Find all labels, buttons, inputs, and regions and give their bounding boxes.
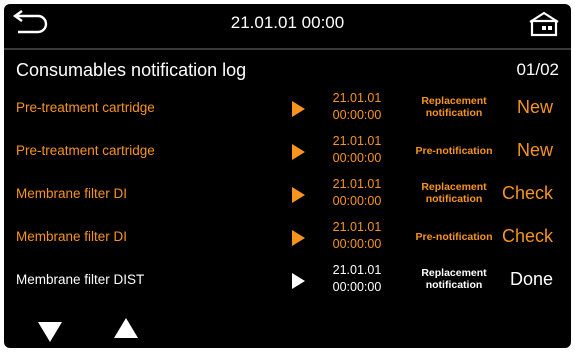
page-indicator: 01/02: [516, 60, 559, 79]
table-row[interactable]: Pre-treatment cartridge 21.01.01 00:00:00 R…: [4, 87, 571, 130]
consumable-name: Membrane filter DI: [16, 229, 128, 244]
play-arrow-icon[interactable]: [292, 230, 305, 246]
timestamp-time: 00:00:00: [332, 237, 382, 251]
table-row[interactable]: Pre-treatment cartridge 21.01.01 00:00:00 P…: [4, 130, 571, 173]
table-row[interactable]: Membrane filter DIST 21.01.01 00:00:00 Repl…: [4, 259, 571, 302]
timestamp-date: 21.01.01: [332, 263, 382, 277]
play-arrow-icon[interactable]: [292, 101, 305, 117]
notification-type: Replacement notification: [404, 267, 504, 291]
header-divider: [4, 48, 571, 50]
notification-type-line2: notification: [425, 279, 483, 291]
notification-type: Replacement notification: [404, 95, 504, 119]
timestamp-date: 21.01.01: [332, 220, 382, 234]
notification-type: Replacement notification: [404, 181, 504, 205]
notification-type: Pre-notification: [404, 231, 504, 243]
play-arrow-icon[interactable]: [292, 144, 305, 160]
consumable-name: Pre-treatment cartridge: [16, 143, 155, 158]
consumable-name: Pre-treatment cartridge: [16, 100, 155, 115]
timestamp: 21.01.01 00:00:00: [322, 262, 392, 296]
status-label: New: [516, 97, 553, 117]
status-label: Done: [509, 269, 553, 289]
timestamp: 21.01.01 00:00:00: [322, 133, 392, 167]
timestamp-date: 21.01.01: [332, 134, 382, 148]
timestamp-time: 00:00:00: [332, 194, 382, 208]
notification-type-line1: Pre-notification: [415, 145, 493, 157]
consumable-name: Membrane filter DIST: [16, 272, 145, 287]
timestamp: 21.01.01 00:00:00: [322, 219, 392, 253]
notification-type-line1: Pre-notification: [415, 231, 493, 243]
notification-type-line2: notification: [425, 193, 483, 205]
table-row[interactable]: Membrane filter DI 21.01.01 00:00:00 Replac…: [4, 173, 571, 216]
page-title: Consumables notification log: [16, 60, 247, 80]
table-row[interactable]: Membrane filter DI 21.01.01 00:00:00 Pre-no…: [4, 216, 571, 259]
home-button[interactable]: [527, 10, 561, 38]
notification-type-line1: Replacement: [421, 181, 487, 193]
timestamp-time: 00:00:00: [332, 151, 382, 165]
notification-type-line2: notification: [425, 107, 483, 119]
notification-type: Pre-notification: [404, 145, 504, 157]
status-label: Check: [501, 183, 553, 203]
status-label: New: [516, 140, 553, 160]
timestamp-date: 21.01.01: [332, 91, 382, 105]
home-icon: [529, 11, 559, 37]
play-arrow-icon[interactable]: [292, 273, 305, 289]
notification-type-line1: Replacement: [421, 95, 487, 107]
triangle-up-icon[interactable]: [114, 318, 138, 338]
clock: 21.01.01 00:00: [230, 13, 345, 32]
timestamp: 21.01.01 00:00:00: [322, 176, 392, 210]
status-label: Check: [501, 226, 553, 246]
timestamp-time: 00:00:00: [332, 280, 382, 294]
timestamp-date: 21.01.01: [332, 177, 382, 191]
timestamp: 21.01.01 00:00:00: [322, 90, 392, 124]
consumable-name: Membrane filter DI: [16, 186, 128, 201]
timestamp-time: 00:00:00: [332, 108, 382, 122]
triangle-down-icon[interactable]: [38, 322, 62, 342]
device-screen: 21.01.01 00:00 Consumables notification …: [4, 4, 571, 348]
play-arrow-icon[interactable]: [292, 187, 305, 203]
notification-type-line1: Replacement: [421, 267, 487, 279]
top-bar: 21.01.01 00:00: [4, 4, 571, 44]
